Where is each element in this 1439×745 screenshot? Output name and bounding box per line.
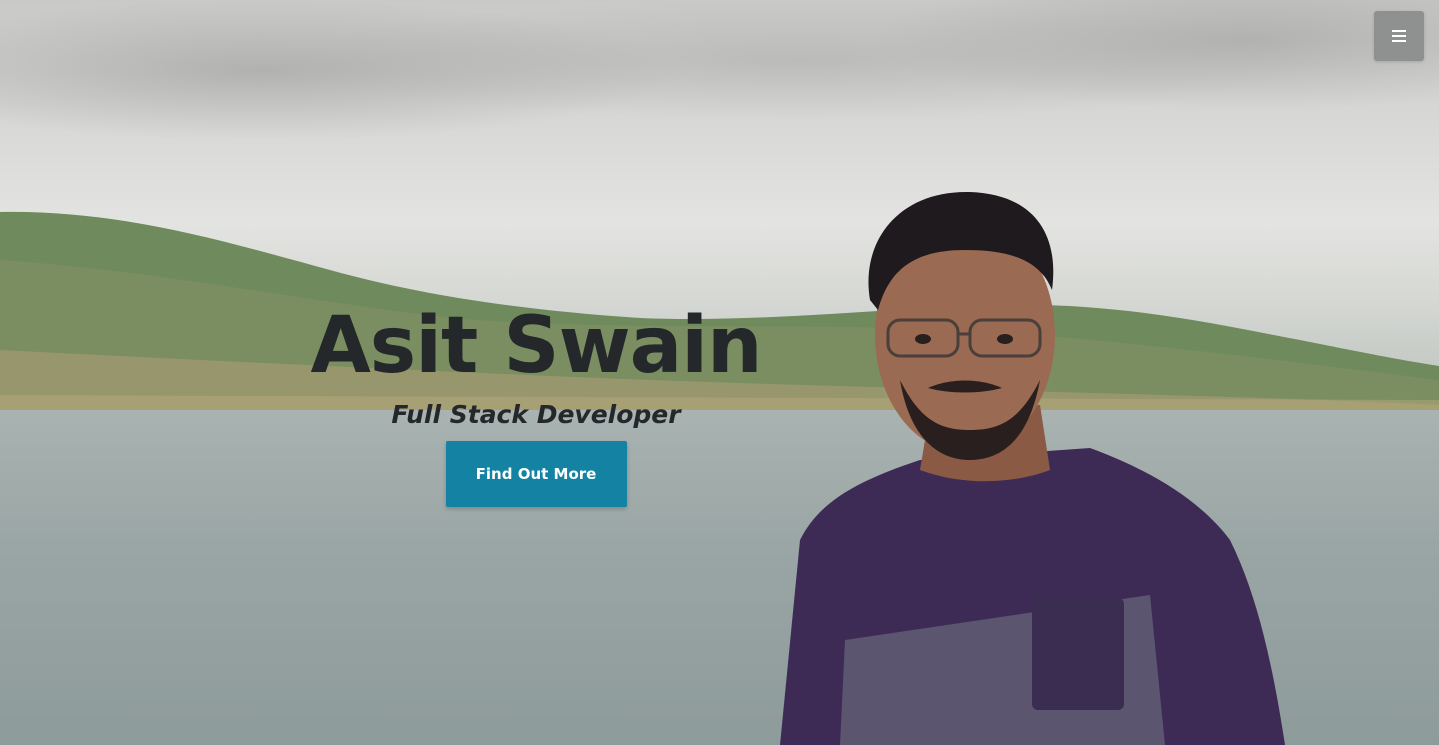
hero-role: Full Stack Developer [391,400,681,429]
hamburger-icon [1392,30,1406,42]
hero-name: Asit Swain [310,301,762,391]
find-out-more-button[interactable]: Find Out More [445,441,627,507]
sky-background [0,0,1439,200]
hero-content: Asit Swain Full Stack Developer Find Out… [286,298,786,507]
profile-photo [780,191,1285,745]
menu-toggle-button[interactable] [1374,11,1424,61]
